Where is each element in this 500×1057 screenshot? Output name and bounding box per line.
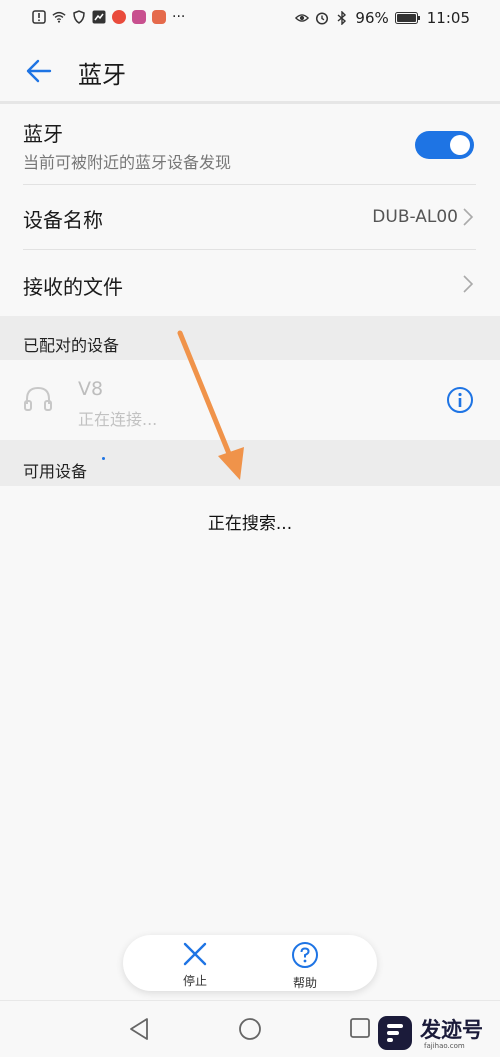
clock-time: 11:05: [426, 9, 470, 27]
device-name-value: DUB-AL00: [372, 207, 458, 227]
annotation-arrow: [177, 330, 244, 480]
watermark-url: fajihao.com: [424, 1042, 465, 1050]
chevron-right-icon: [463, 208, 474, 226]
app-icon-orange: [152, 10, 166, 24]
device-name-label: 设备名称: [23, 208, 103, 232]
paired-device-status: 正在连接...: [78, 410, 158, 429]
wifi-icon: [52, 11, 66, 23]
watermark-text: 发迹号: [420, 1018, 483, 1042]
paired-device-row[interactable]: V8 正在连接...: [0, 360, 500, 440]
status-right: 96% 11:05: [295, 9, 470, 27]
paired-devices-header: 已配对的设备: [0, 316, 500, 360]
stop-button[interactable]: 停止: [155, 941, 235, 989]
help-icon: [292, 942, 318, 968]
alert-icon: [32, 10, 46, 24]
more-notifications-icon: ···: [172, 9, 186, 25]
device-name-row[interactable]: 设备名称 DUB-AL00: [0, 185, 500, 249]
bluetooth-status-icon: [337, 11, 347, 25]
info-icon[interactable]: [446, 386, 474, 414]
alarm-icon: [316, 12, 329, 25]
status-left: ···: [32, 9, 185, 25]
received-files-label: 接收的文件: [23, 275, 123, 299]
page-title: 蓝牙: [78, 61, 126, 89]
watermark-logo-icon: [378, 1016, 412, 1050]
chart-app-icon: [92, 10, 106, 24]
bluetooth-visibility-text: 当前可被附近的蓝牙设备发现: [23, 153, 232, 172]
back-arrow-icon[interactable]: [24, 56, 54, 86]
chevron-right-icon: [463, 275, 474, 293]
bluetooth-switch[interactable]: [415, 131, 474, 159]
available-devices-title: 可用设备: [23, 462, 88, 481]
scanning-indicator: [102, 457, 105, 460]
available-devices-header: 可用设备: [0, 440, 500, 486]
bluetooth-label: 蓝牙: [23, 122, 63, 146]
shield-icon: [73, 10, 85, 24]
headset-icon: [24, 386, 52, 411]
searching-text: 正在搜索...: [207, 514, 293, 534]
app-icon-pink: [132, 10, 146, 24]
close-icon: [183, 942, 207, 966]
nav-home-icon[interactable]: [238, 1017, 262, 1041]
help-label: 帮助: [292, 976, 317, 990]
app-icon-red: [112, 10, 126, 24]
status-bar: ··· 96% 11:05: [0, 0, 500, 40]
paired-devices-title: 已配对的设备: [23, 336, 120, 355]
battery-percent: 96%: [355, 9, 389, 27]
watermark-logo: 发迹号 fajihao.com: [372, 1010, 500, 1056]
switch-knob: [450, 135, 470, 155]
paired-device-name: V8: [78, 378, 104, 400]
received-files-row[interactable]: 接收的文件: [0, 250, 500, 316]
stop-label: 停止: [182, 974, 207, 988]
help-button[interactable]: 帮助: [265, 941, 345, 991]
battery-icon: [394, 12, 420, 24]
nav-back-icon[interactable]: [128, 1017, 150, 1041]
eye-icon: [295, 14, 310, 22]
bottom-action-bar: 停止 帮助: [123, 935, 377, 991]
app-header: 蓝牙: [0, 40, 500, 102]
nav-recents-icon[interactable]: [350, 1018, 370, 1038]
